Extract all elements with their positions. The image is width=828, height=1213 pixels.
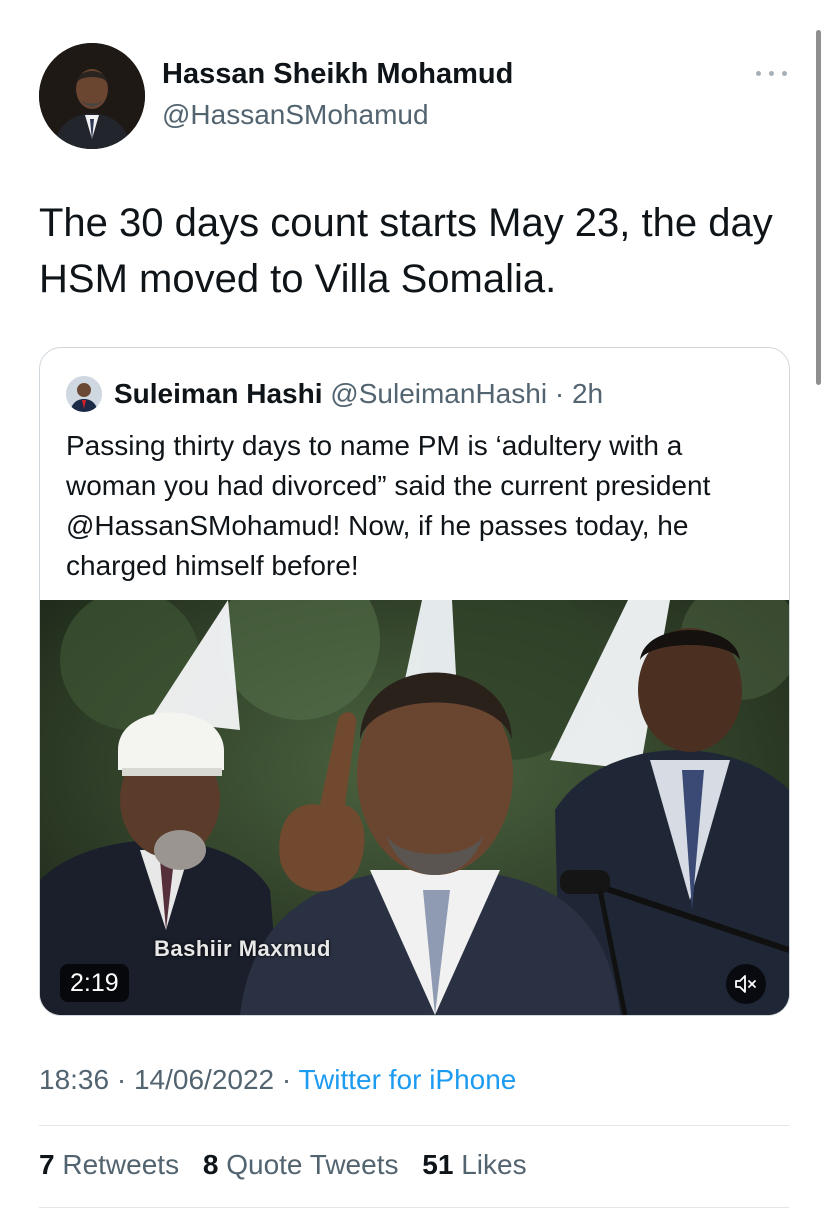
quoted-header: Suleiman Hashi @SuleimanHashi · 2h xyxy=(114,378,603,410)
tweet-text: The 30 days count starts May 23, the day… xyxy=(39,201,773,301)
tweet-source-link[interactable]: Twitter for iPhone xyxy=(299,1064,517,1095)
author-name[interactable]: Hassan Sheikh Mohamud xyxy=(162,58,513,91)
retweets-count: 7 xyxy=(39,1149,55,1180)
more-horizontal-icon xyxy=(769,71,774,76)
tweet-time[interactable]: 18:36 xyxy=(39,1064,109,1095)
retweets-stat[interactable]: 7 Retweets xyxy=(39,1149,179,1180)
speaker-muted-icon xyxy=(735,975,756,993)
tweet-date[interactable]: 14/06/2022 xyxy=(134,1064,274,1095)
quoted-avatar-photo xyxy=(66,376,102,412)
avatar-photo xyxy=(39,43,145,149)
tweet-metadata: 18:36 · 14/06/2022 · Twitter for iPhone xyxy=(39,1064,516,1096)
more-options-button[interactable] xyxy=(752,58,792,88)
video-watermark: Bashiir Maxmud xyxy=(154,936,331,961)
video-player[interactable]: Bashiir Maxmud 2:19 xyxy=(40,600,789,1015)
quote-tweets-count: 8 xyxy=(202,1149,219,1180)
meta-separator: · xyxy=(274,1064,299,1095)
quoted-author-name[interactable]: Suleiman Hashi xyxy=(114,378,323,409)
likes-stat[interactable]: 51 Likes xyxy=(422,1149,526,1180)
retweets-label: Retweets xyxy=(62,1149,180,1180)
quoted-tweet-text: Passing thirty days to name PM is ‘adult… xyxy=(66,430,711,581)
engagement-stats: 7 Retweets 8 Quote Tweets 51 Likes xyxy=(39,1149,543,1181)
quote-tweets-stat[interactable]: 8 Quote Tweets xyxy=(203,1149,399,1180)
more-horizontal-icon xyxy=(756,71,761,76)
divider xyxy=(39,1207,789,1208)
author-handle[interactable]: @HassanSMohamud xyxy=(162,99,429,131)
quoted-separator: · xyxy=(547,378,572,409)
likes-count: 51 xyxy=(422,1149,454,1180)
more-horizontal-icon xyxy=(782,71,787,76)
video-frame xyxy=(40,600,789,1015)
quoted-author-handle[interactable]: @SuleimanHashi xyxy=(330,378,547,409)
quote-tweets-label: Quote Tweets xyxy=(226,1149,399,1180)
divider xyxy=(39,1125,789,1126)
quoted-timestamp[interactable]: 2h xyxy=(572,378,603,409)
likes-label: Likes xyxy=(461,1149,527,1180)
scrollbar[interactable] xyxy=(816,30,821,385)
quoted-tweet-card[interactable]: Suleiman Hashi @SuleimanHashi · 2h Passi… xyxy=(39,347,790,1016)
author-avatar[interactable] xyxy=(39,43,145,149)
quoted-author-avatar[interactable] xyxy=(66,376,102,412)
mute-button[interactable] xyxy=(726,964,766,1004)
meta-separator: · xyxy=(109,1064,134,1095)
video-duration-badge: 2:19 xyxy=(60,964,129,1002)
